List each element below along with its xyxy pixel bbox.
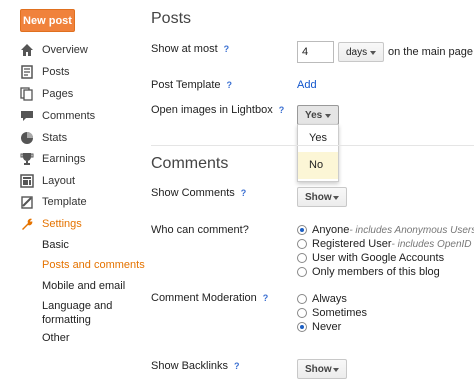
radio-button[interactable] [297,294,307,304]
sidebar-item-posts[interactable]: Posts [20,64,70,80]
help-icon[interactable]: ? [241,188,247,198]
days-unit-dropdown[interactable]: days [338,42,384,62]
settings-sub-posts-and-comments[interactable]: Posts and comments [42,258,145,272]
sidebar-item-label: Pages [42,88,74,100]
sidebar-item-label: Overview [42,44,88,56]
settings-sub-other[interactable]: Other [42,331,70,345]
chevron-down-icon [325,114,331,118]
lightbox-option-yes[interactable]: Yes [298,125,338,152]
lightbox-dropdown[interactable]: Yes [297,105,339,125]
help-icon[interactable]: ? [263,293,269,303]
chevron-down-icon [333,196,339,200]
who-can-comment-label: Who can comment? [151,224,249,236]
posts-icon [20,65,34,79]
comment-moderation-label: Comment Moderation? [151,292,269,304]
wrench-icon [20,217,34,231]
radio-button[interactable] [297,253,307,263]
show-at-most-input[interactable]: 4 [297,41,334,63]
help-icon[interactable]: ? [227,80,233,90]
sidebar-item-settings[interactable]: Settings [20,216,82,232]
radio-button[interactable] [297,322,307,332]
chevron-down-icon [370,51,376,55]
radio-button[interactable] [297,308,307,318]
posts-section-title: Posts [151,10,192,27]
sidebar-item-template[interactable]: Template [20,194,87,210]
section-divider [151,145,474,146]
layout-icon [20,174,34,188]
radio-registered-user[interactable]: Registered User - includes OpenID [297,238,472,250]
settings-sub-basic[interactable]: Basic [42,238,69,252]
new-post-button[interactable]: New post [20,9,75,32]
sidebar-item-overview[interactable]: Overview [20,42,88,58]
help-icon[interactable]: ? [279,105,285,115]
template-icon [20,195,34,209]
settings-sub-language-and-formatting[interactable]: Language and formatting [42,299,122,327]
help-icon[interactable]: ? [234,361,240,371]
sidebar-item-label: Layout [42,175,76,187]
comments-section-title: Comments [151,155,229,172]
radio-sometimes[interactable]: Sometimes [297,307,367,319]
sidebar-item-label: Stats [42,132,68,144]
show-at-most-label: Show at most? [151,43,230,55]
help-icon[interactable]: ? [224,44,230,54]
radio-button[interactable] [297,267,307,277]
lightbox-menu: Yes No [297,124,339,182]
sidebar-item-label: Earnings [42,153,86,165]
sidebar-item-pages[interactable]: Pages [20,86,73,102]
radio-always[interactable]: Always [297,293,347,305]
sidebar-item-layout[interactable]: Layout [20,173,75,189]
show-backlinks-label: Show Backlinks? [151,360,240,372]
lightbox-label: Open images in Lightbox? [151,104,285,116]
sidebar-item-label: Settings [42,218,82,230]
chevron-down-icon [333,368,339,372]
comments-icon [20,109,34,123]
show-backlinks-dropdown[interactable]: Show [297,359,347,379]
radio-never[interactable]: Never [297,321,341,333]
sidebar-item-label: Template [42,196,87,208]
pages-icon [20,87,34,101]
home-icon [20,43,34,57]
radio-anyone[interactable]: Anyone - includes Anonymous Users [297,224,474,236]
lightbox-option-no[interactable]: No [298,152,338,179]
show-at-most-suffix: on the main page [388,46,474,58]
radio-button[interactable] [297,239,307,249]
sidebar-item-label: Comments [42,110,96,122]
stats-icon [20,131,34,145]
settings-sub-mobile-and-email[interactable]: Mobile and email [42,279,125,293]
show-comments-label: Show Comments? [151,187,247,199]
radio-google-accounts[interactable]: User with Google Accounts [297,252,444,264]
radio-button[interactable] [297,225,307,235]
sidebar-item-stats[interactable]: Stats [20,130,67,146]
sidebar-item-comments[interactable]: Comments [20,108,95,124]
trophy-icon [20,152,34,166]
add-template-link[interactable]: Add [297,79,317,91]
show-comments-dropdown[interactable]: Show [297,187,347,207]
sidebar-item-earnings[interactable]: Earnings [20,151,85,167]
post-template-label: Post Template? [151,79,233,91]
sidebar-item-label: Posts [42,66,70,78]
radio-members-only[interactable]: Only members of this blog [297,266,440,278]
